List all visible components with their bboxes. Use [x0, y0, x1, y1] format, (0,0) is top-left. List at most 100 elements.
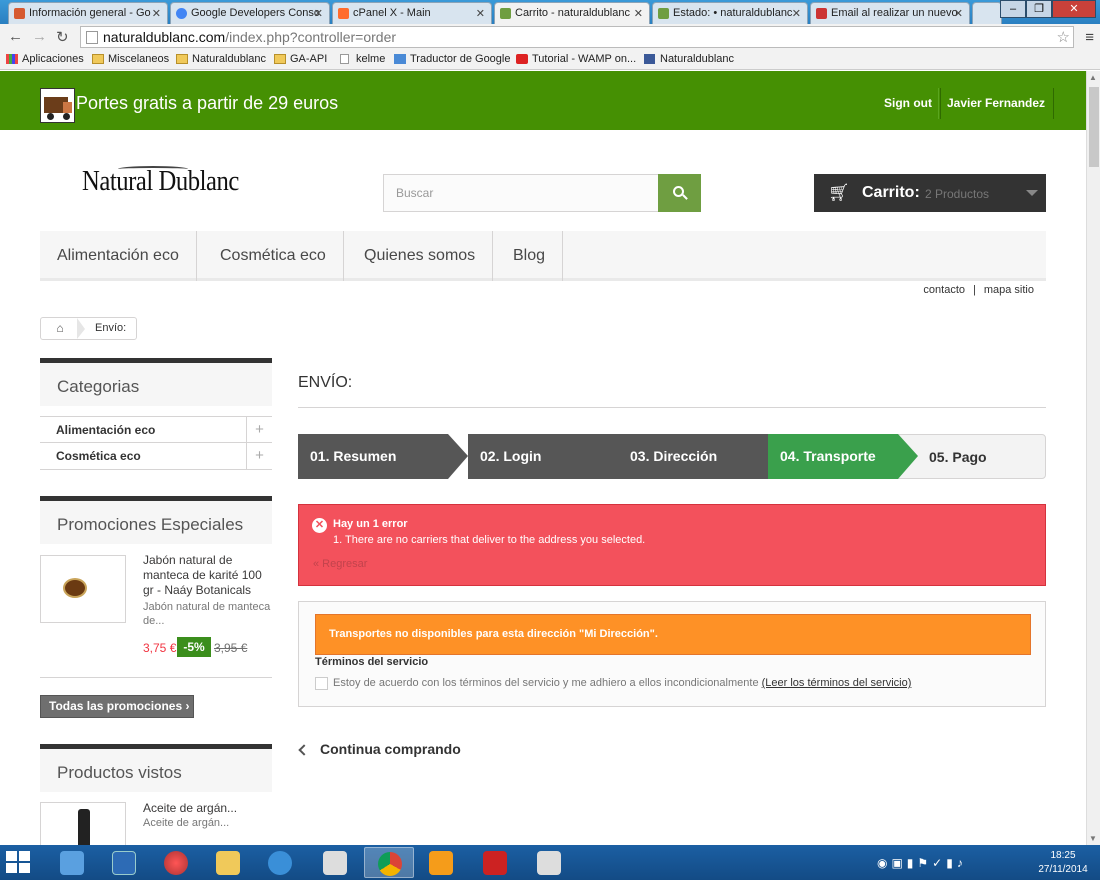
maximize-button[interactable]: ❐: [1026, 0, 1052, 18]
step-arrow: [898, 434, 918, 479]
new-tab-button[interactable]: [972, 2, 1002, 24]
tos-title: Términos del servicio: [315, 656, 429, 668]
chevron-down-icon: [1026, 190, 1038, 196]
taskbar-acrobat[interactable]: [470, 847, 520, 878]
tab-informacion-general[interactable]: Información general - Go ✕: [8, 2, 168, 24]
promo-banner: Portes gratis a partir de 29 euros Sign …: [0, 71, 1086, 130]
menu-item-blog[interactable]: Blog: [496, 231, 564, 281]
rocket-icon: [537, 851, 561, 875]
apps-grid-icon: [6, 54, 18, 64]
analytics-icon: [14, 8, 25, 19]
step-login[interactable]: 02. Login: [468, 434, 618, 479]
bookmark-ga-api[interactable]: GA-API: [274, 53, 327, 65]
rocket-icon: [323, 851, 347, 875]
cart-button[interactable]: 🛒︎ Carrito: 2 Productos: [814, 174, 1046, 212]
promo-product-image[interactable]: [40, 555, 126, 623]
menu-item-cosmetica[interactable]: Cosmética eco: [203, 231, 344, 281]
tos-link[interactable]: (Leer los términos del servicio): [762, 677, 912, 689]
category-cosmetica[interactable]: Cosmética eco +: [40, 443, 272, 470]
taskbar-outlook[interactable]: [416, 847, 466, 878]
bookmark-naturaldublanc-fb[interactable]: Naturaldublanc: [644, 53, 734, 65]
forward-arrow-icon[interactable]: →: [32, 28, 47, 45]
breadcrumb-current: Envío:: [95, 322, 127, 334]
divider: [40, 677, 272, 678]
site-icon: [658, 8, 669, 19]
powershell-icon: [112, 851, 136, 875]
step-direccion[interactable]: 03. Dirección: [618, 434, 768, 479]
site-logo[interactable]: Natural Dublanc: [82, 166, 239, 198]
tos-checkbox[interactable]: [315, 677, 328, 690]
close-tab-icon[interactable]: ✕: [634, 7, 643, 20]
bookmark-star-icon[interactable]: ☆: [1057, 28, 1070, 46]
step-transporte: 04. Transporte: [768, 434, 898, 479]
user-account-link[interactable]: Javier Fernandez: [938, 88, 1055, 119]
expand-plus-icon[interactable]: +: [246, 443, 272, 469]
promo-product-desc: Jabón natural de manteca de...: [143, 601, 271, 627]
page-scrollbar[interactable]: ▲ ▼: [1086, 71, 1100, 845]
error-title: Hay un 1 error: [333, 518, 408, 530]
bookmark-traductor[interactable]: Traductor de Google: [394, 53, 510, 65]
viewed-product-name[interactable]: Aceite de argán...: [143, 801, 273, 816]
site-icon: [816, 8, 827, 19]
discount-badge: -5%: [177, 637, 211, 657]
taskbar-ie[interactable]: [255, 847, 305, 878]
reload-icon[interactable]: ↻: [56, 28, 69, 46]
tab-email[interactable]: Email al realizar un nuevo ✕: [810, 2, 970, 24]
cpanel-icon: [338, 8, 349, 19]
taskbar-chrome[interactable]: [364, 847, 414, 878]
taskbar-app[interactable]: [151, 847, 201, 878]
back-arrow-icon[interactable]: ←: [8, 28, 23, 45]
home-icon[interactable]: ⌂: [41, 318, 79, 339]
clock[interactable]: 18:25 27/11/2014: [1033, 849, 1093, 877]
close-tab-icon[interactable]: ✕: [476, 7, 485, 20]
tab-carrito[interactable]: Carrito - naturaldublanc ✕: [494, 2, 650, 24]
sign-out-link[interactable]: Sign out: [876, 88, 941, 119]
close-tab-icon[interactable]: ✕: [954, 7, 963, 20]
viewed-product-image[interactable]: [40, 802, 126, 845]
close-tab-icon[interactable]: ✕: [314, 7, 323, 20]
bookmark-miscelaneos[interactable]: Miscelaneos: [92, 53, 169, 65]
tab-estado[interactable]: Estado: • naturaldublanc ✕: [652, 2, 808, 24]
minimize-button[interactable]: –: [1000, 0, 1026, 18]
close-tab-icon[interactable]: ✕: [152, 7, 161, 20]
close-tab-icon[interactable]: ✕: [792, 7, 801, 20]
error-icon: ✕: [312, 518, 327, 533]
menu-item-quienes-somos[interactable]: Quienes somos: [347, 231, 494, 281]
taskbar-rocket-2[interactable]: [524, 847, 574, 878]
facebook-icon: [644, 54, 655, 64]
scroll-thumb[interactable]: [1089, 87, 1099, 167]
sitemap-link[interactable]: mapa sitio: [980, 284, 1038, 296]
scroll-up-icon[interactable]: ▲: [1089, 73, 1097, 82]
clock-time: 18:25: [1050, 850, 1076, 861]
tab-google-developers[interactable]: Google Developers Consc ✕: [170, 2, 330, 24]
taskbar-rocket[interactable]: [310, 847, 360, 878]
bookmark-tutorial-wamp[interactable]: Tutorial - WAMP on...: [516, 53, 636, 65]
bookmark-apps[interactable]: Aplicaciones: [6, 53, 84, 65]
bookmark-kelme[interactable]: kelme: [340, 53, 385, 65]
close-window-button[interactable]: ✕: [1052, 0, 1096, 18]
tos-label: Estoy de acuerdo con los términos del se…: [333, 677, 912, 689]
taskbar-powershell[interactable]: [99, 847, 149, 878]
continue-shopping-link[interactable]: Continua comprando: [298, 741, 461, 757]
scroll-down-icon[interactable]: ▼: [1089, 834, 1097, 843]
start-button[interactable]: [6, 851, 32, 873]
all-promos-button[interactable]: Todas las promociones ›: [40, 695, 194, 718]
promo-product-name[interactable]: Jabón natural de manteca de karité 100 g…: [143, 553, 273, 598]
contact-link[interactable]: contacto: [919, 284, 969, 296]
search-button[interactable]: [658, 174, 701, 212]
menu-item-alimentacion[interactable]: Alimentación eco: [40, 231, 197, 281]
taskbar-network-app[interactable]: [47, 847, 97, 878]
tab-cpanel[interactable]: cPanel X - Main ✕: [332, 2, 492, 24]
category-alimentacion[interactable]: Alimentación eco +: [40, 416, 272, 443]
back-link[interactable]: « Regresar: [313, 558, 367, 570]
taskbar-explorer[interactable]: [203, 847, 253, 878]
bookmark-naturaldublanc-folder[interactable]: Naturaldublanc: [176, 53, 266, 65]
step-resumen[interactable]: 01. Resumen: [298, 434, 448, 479]
menu-icon[interactable]: ≡: [1085, 29, 1094, 46]
expand-plus-icon[interactable]: +: [246, 417, 272, 443]
url-field[interactable]: naturaldublanc.com/index.php?controller=…: [80, 26, 1074, 48]
system-tray[interactable]: ◉▣▮⚑✓▮♪: [877, 856, 967, 870]
step-arrow: [748, 434, 768, 479]
outlook-icon: [429, 851, 453, 875]
search-input[interactable]: Buscar: [383, 174, 659, 212]
